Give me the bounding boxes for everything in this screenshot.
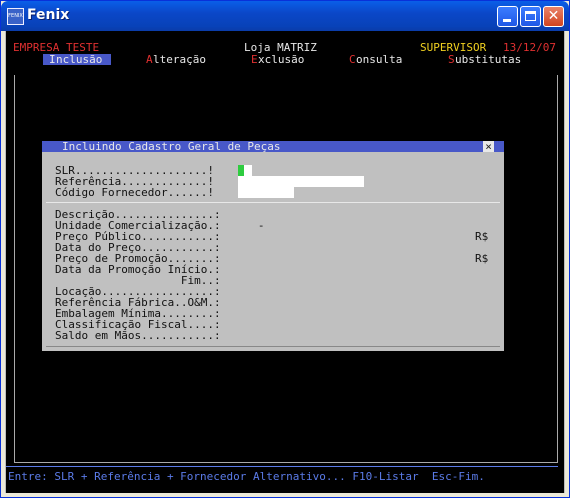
- window-title: Fenix: [27, 7, 70, 23]
- unidade-value: -: [238, 219, 265, 232]
- dialog-close-button[interactable]: ×: [483, 141, 494, 152]
- maximize-icon: [525, 11, 536, 21]
- company-name: EMPRESA TESTE: [13, 41, 100, 54]
- saldo-maos-label: Saldo em Mãos...........:: [55, 329, 221, 342]
- preco-publico-currency: R$: [475, 230, 489, 243]
- referencia-input[interactable]: [238, 176, 364, 187]
- dialog-bottom-border: [46, 346, 500, 347]
- status-bar: Entre: SLR + Referência + Fornecedor Alt…: [6, 471, 564, 482]
- codigo-fornecedor-input[interactable]: [238, 187, 294, 198]
- menu-hotkey: I: [49, 53, 56, 66]
- minimize-button[interactable]: [497, 6, 518, 27]
- title-bar[interactable]: FENIX Fenix ✕: [1, 1, 569, 31]
- menu-item-inclusao[interactable]: I nclusão: [43, 54, 111, 65]
- menu-item-substitutas[interactable]: S ubstitutas: [448, 54, 528, 65]
- preco-promocao-currency: R$: [475, 252, 489, 265]
- cadastro-dialog: Incluindo Cadastro Geral de Peças × SLR.…: [42, 141, 504, 351]
- application-window: FENIX Fenix ✕ EMPRESA TESTE Loja MATRIZ …: [0, 0, 570, 498]
- dialog-separator: [46, 202, 500, 203]
- menu-label: xclusão: [258, 53, 305, 66]
- menu-hotkey: A: [146, 53, 153, 66]
- menu-hotkey: C: [349, 53, 356, 66]
- close-icon: ✕: [547, 8, 560, 24]
- status-separator: [6, 466, 558, 467]
- menu-item-exclusao[interactable]: E xclusão: [251, 54, 311, 65]
- menu-label: ubstitutas: [455, 53, 522, 66]
- maximize-button[interactable]: [520, 6, 541, 27]
- menu-hotkey: E: [251, 53, 258, 66]
- menu-label: nclusão: [56, 53, 103, 66]
- dialog-title-bar: Incluindo Cadastro Geral de Peças: [42, 141, 504, 152]
- menu-label: lteração: [153, 53, 206, 66]
- terminal-console[interactable]: EMPRESA TESTE Loja MATRIZ SUPERVISOR 13/…: [5, 31, 565, 493]
- text-cursor: [238, 165, 244, 176]
- store-name: Loja MATRIZ: [244, 41, 317, 54]
- menu-item-consulta[interactable]: C onsulta: [349, 54, 409, 65]
- user-name: SUPERVISOR: [420, 41, 487, 54]
- minimize-icon: [503, 19, 511, 22]
- codigo-fornecedor-label: Código Fornecedor......!: [55, 186, 214, 199]
- close-button[interactable]: ✕: [543, 6, 564, 27]
- menu-label: onsulta: [356, 53, 403, 66]
- menu-item-alteracao[interactable]: A lteração: [146, 54, 216, 65]
- status-text: Entre: SLR + Referência + Fornecedor Alt…: [8, 470, 485, 483]
- menu-hotkey: S: [448, 53, 455, 66]
- current-date: 13/12/07: [503, 41, 556, 54]
- app-icon: FENIX: [7, 8, 24, 25]
- dialog-title: Incluindo Cadastro Geral de Peças: [62, 140, 281, 153]
